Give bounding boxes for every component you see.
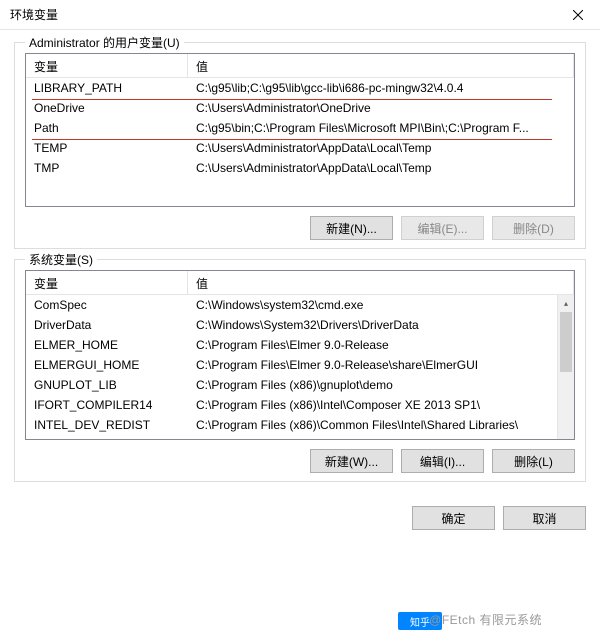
table-row[interactable]: IFORT_COMPILER14C:\Program Files (x86)\I… (26, 395, 574, 415)
system-edit-button[interactable]: 编辑(I)... (401, 449, 484, 473)
close-icon (573, 10, 583, 20)
window-close-button[interactable] (555, 0, 600, 30)
table-row[interactable]: DriverDataC:\Windows\System32\Drivers\Dr… (26, 315, 574, 335)
scroll-up-icon[interactable]: ▴ (558, 295, 574, 312)
table-row[interactable]: ComSpecC:\Windows\system32\cmd.exe (26, 295, 574, 315)
ok-button[interactable]: 确定 (412, 506, 495, 530)
header-variable[interactable]: 变量 (26, 271, 188, 294)
dialog-body: Administrator 的用户变量(U) 变量 值 LIBRARY_PATH… (0, 30, 600, 500)
system-new-button[interactable]: 新建(W)... (310, 449, 393, 473)
system-button-row: 新建(W)... 编辑(I)... 删除(L) (25, 449, 575, 473)
user-variables-list[interactable]: 变量 值 LIBRARY_PATHC:\g95\lib;C:\g95\lib\g… (25, 53, 575, 207)
highlight-underline (32, 99, 552, 100)
dialog-button-row: 确定 取消 (0, 500, 600, 542)
user-variables-group: Administrator 的用户变量(U) 变量 值 LIBRARY_PATH… (14, 42, 586, 249)
table-row[interactable]: OneDriveC:\Users\Administrator\OneDrive (26, 98, 574, 118)
table-row[interactable]: TMPC:\Users\Administrator\AppData\Local\… (26, 158, 574, 178)
table-row[interactable]: ELMERGUI_HOMEC:\Program Files\Elmer 9.0-… (26, 355, 574, 375)
user-new-button[interactable]: 新建(N)... (310, 216, 393, 240)
list-header: 变量 值 (26, 271, 574, 295)
user-group-label: Administrator 的用户变量(U) (25, 34, 184, 51)
highlight-underline (32, 139, 552, 140)
system-list-body: ComSpecC:\Windows\system32\cmd.exe Drive… (26, 295, 574, 435)
watermark-text: @FEtch 有限元系统 (429, 611, 542, 628)
user-edit-button[interactable]: 编辑(E)... (401, 216, 484, 240)
system-delete-button[interactable]: 删除(L) (492, 449, 575, 473)
system-variables-list[interactable]: 变量 值 ComSpecC:\Windows\system32\cmd.exe … (25, 270, 575, 440)
zhihu-logo: 知乎 (398, 612, 442, 630)
table-row[interactable]: LIBRARY_PATHC:\g95\lib;C:\g95\lib\gcc-li… (26, 78, 574, 98)
table-row[interactable]: ELMER_HOMEC:\Program Files\Elmer 9.0-Rel… (26, 335, 574, 355)
user-list-body: LIBRARY_PATHC:\g95\lib;C:\g95\lib\gcc-li… (26, 78, 574, 178)
table-row[interactable]: INTEL_DEV_REDISTC:\Program Files (x86)\C… (26, 415, 574, 435)
header-value[interactable]: 值 (188, 54, 574, 77)
scroll-thumb[interactable] (560, 312, 572, 372)
header-variable[interactable]: 变量 (26, 54, 188, 77)
user-delete-button[interactable]: 删除(D) (492, 216, 575, 240)
system-scrollbar[interactable]: ▴ (557, 295, 574, 439)
cancel-button[interactable]: 取消 (503, 506, 586, 530)
table-row[interactable]: TEMPC:\Users\Administrator\AppData\Local… (26, 138, 574, 158)
window-titlebar: 环境变量 (0, 0, 600, 30)
system-group-label: 系统变量(S) (25, 251, 97, 268)
user-button-row: 新建(N)... 编辑(E)... 删除(D) (25, 216, 575, 240)
window-title: 环境变量 (10, 6, 58, 23)
list-header: 变量 值 (26, 54, 574, 78)
system-variables-group: 系统变量(S) 变量 值 ComSpecC:\Windows\system32\… (14, 259, 586, 482)
table-row[interactable]: PathC:\g95\bin;C:\Program Files\Microsof… (26, 118, 574, 138)
header-value[interactable]: 值 (188, 271, 574, 294)
table-row[interactable]: GNUPLOT_LIBC:\Program Files (x86)\gnuplo… (26, 375, 574, 395)
